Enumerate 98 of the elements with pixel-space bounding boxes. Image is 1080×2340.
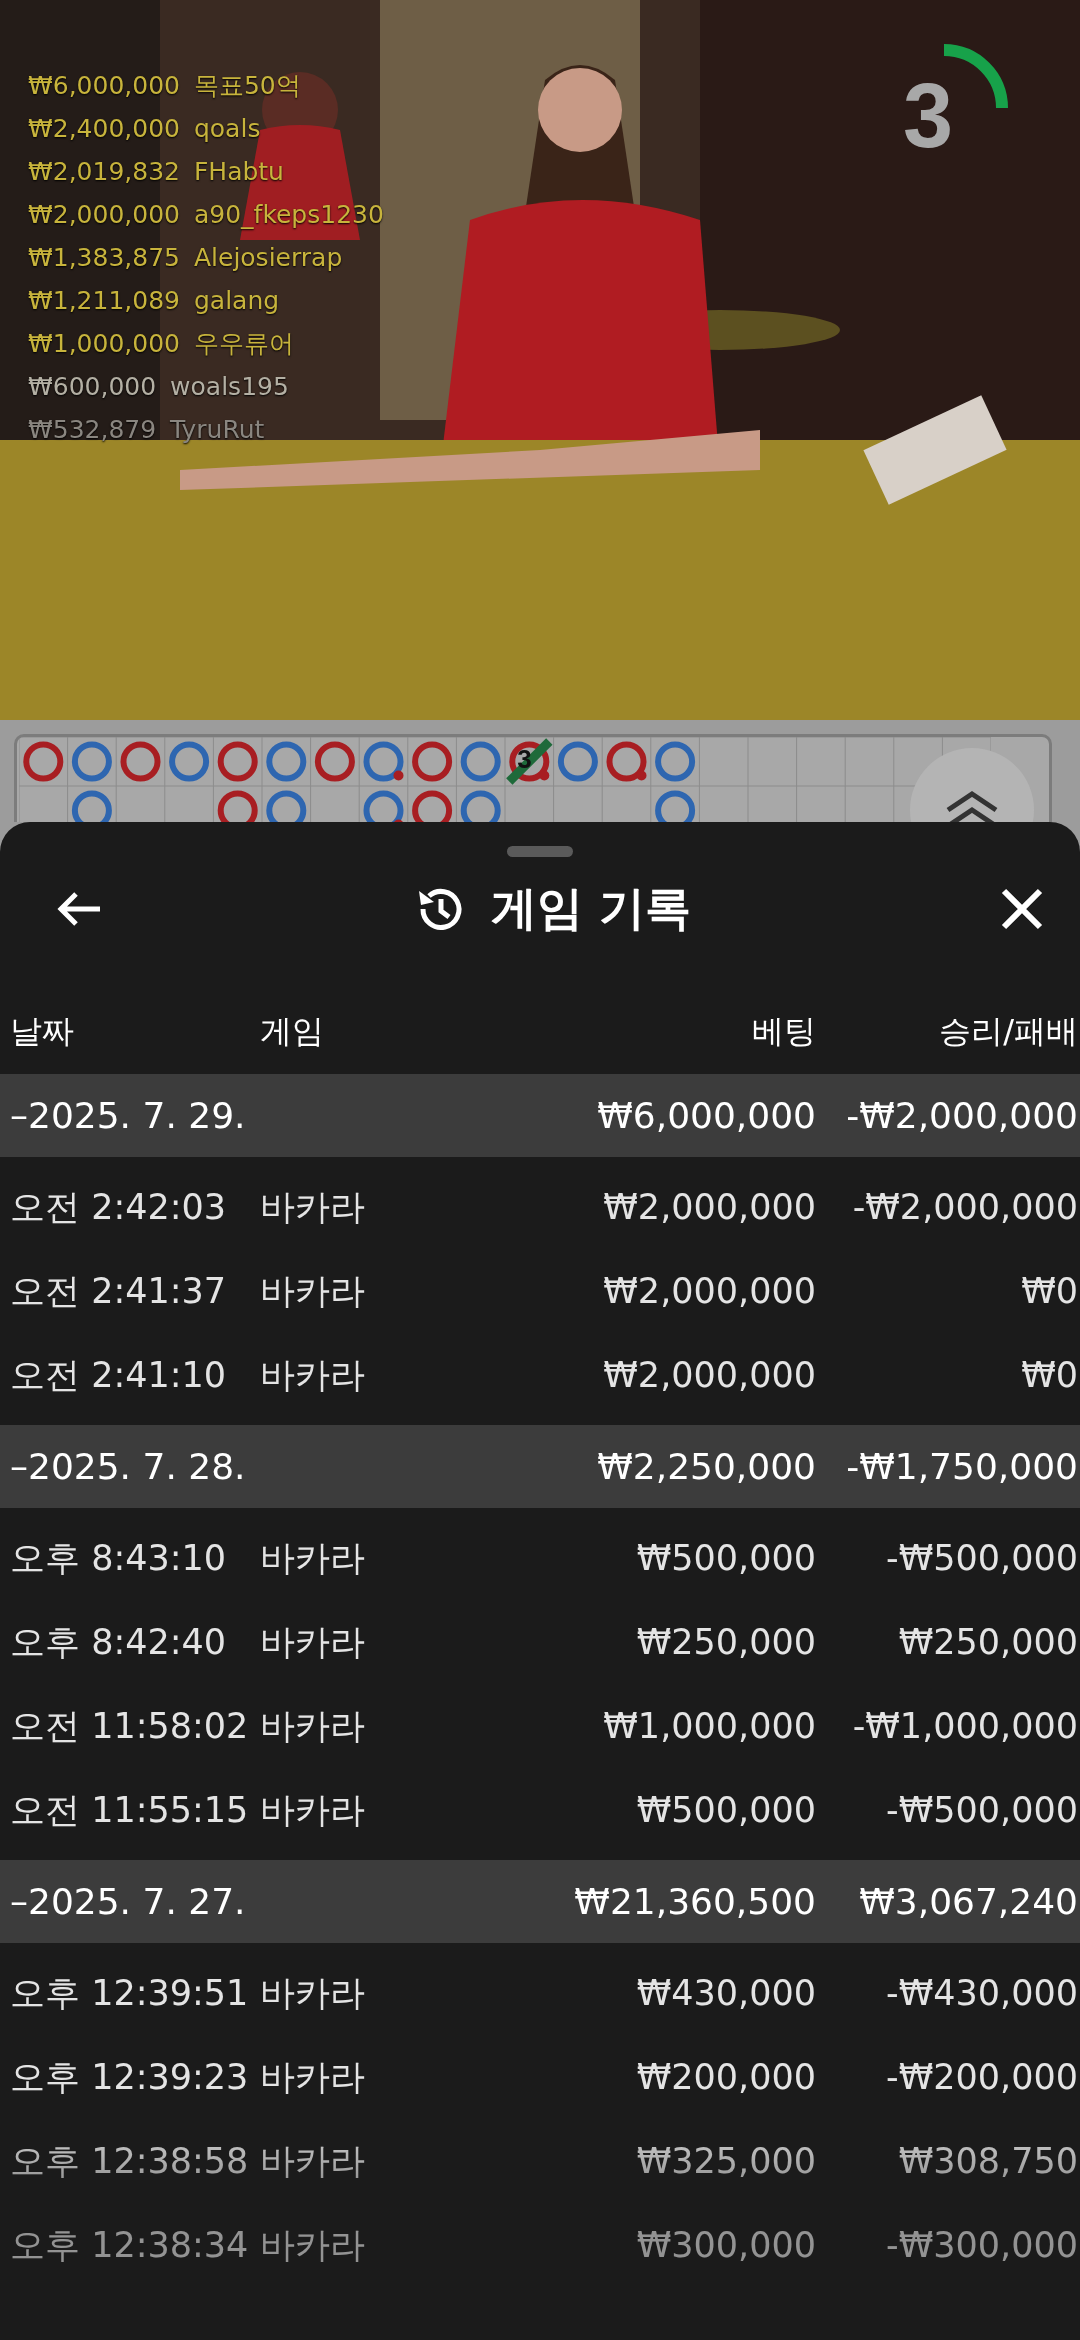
player-bead (655, 790, 696, 822)
player-bead (71, 741, 112, 782)
table-cell-text: 오후 12:39:23 (10, 2055, 250, 2099)
leaderboard-amount: ₩600,000 (28, 371, 157, 403)
table-cell-text: 오후 8:43:10 (10, 1536, 228, 1580)
table-cell-text: 바카라 (260, 1269, 366, 1313)
leaderboard-amount: ₩532,879 (28, 414, 157, 446)
leaderboard-amount: ₩1,211,089 (28, 285, 180, 317)
table-cell-text: 오전 11:58:02 (10, 1704, 250, 1748)
table-cell-text: -₩300,000 (885, 2225, 1078, 2265)
leaderboard-amount: ₩2,000,000 (28, 199, 180, 231)
banker-bead (217, 790, 258, 822)
table-cell-text: 바카라 (260, 2139, 366, 2183)
table-cell-text: 오전 2:41:10 (10, 1353, 228, 1397)
group-bet-total: ₩21,360,500 (573, 1881, 816, 1922)
table-cell-text: ₩0 (1020, 1355, 1078, 1395)
table-cell-text: -₩200,000 (885, 2057, 1078, 2097)
group-date: –2025. 7. 29. (10, 1095, 247, 1136)
player-bead (266, 741, 307, 782)
table-cell-text: -₩500,000 (885, 1790, 1078, 1830)
countdown-number: 3 (902, 71, 954, 161)
table-cell-text: 바카라 (260, 1185, 366, 1229)
table-cell-text: 바카라 (260, 2055, 366, 2099)
table-cell-text: 오전 2:42:03 (10, 1185, 228, 1229)
leaderboard-name: 우우류어 (193, 328, 294, 360)
table-cell-text: -₩430,000 (885, 1973, 1078, 2013)
close-button[interactable] (1000, 887, 1044, 931)
table-cell-text: -₩2,000,000 (851, 1187, 1078, 1227)
column-header: 승리/패배 (938, 1010, 1078, 1052)
banker-bead (314, 741, 355, 782)
player-bead (71, 790, 112, 822)
table-cell-text: 바카라 (260, 1353, 366, 1397)
table-cell-text: ₩2,000,000 (602, 1187, 816, 1227)
table-cell-text: 바카라 (260, 1704, 366, 1748)
player-bead (557, 741, 598, 782)
table-cell-text: ₩325,000 (635, 2141, 816, 2181)
leaderboard-name: 목표50억 (193, 70, 301, 102)
group-result-total: -₩2,000,000 (845, 1095, 1078, 1136)
banker-bead (412, 790, 453, 822)
banker-bead (217, 741, 258, 782)
group-result-total: ₩3,067,240 (858, 1881, 1078, 1922)
date-group-row[interactable]: –2025. 7. 29. ₩6,000,000 -₩2,000,000 (0, 1074, 1080, 1157)
column-header: 게임 (260, 1010, 325, 1052)
table-cell-text: 오후 8:42:40 (10, 1620, 228, 1664)
table-cell-text: ₩250,000 (635, 1622, 816, 1662)
leaderboard-amount: ₩1,383,875 (28, 242, 180, 274)
table-cell-text: 바카라 (260, 1971, 366, 2015)
sheet-title: 게임 기록 (491, 880, 691, 937)
player-bead (460, 741, 501, 782)
group-result-total: -₩1,750,000 (845, 1446, 1078, 1487)
banker-bead (120, 741, 161, 782)
close-icon (1000, 887, 1044, 931)
table-cell-text: 바카라 (260, 2223, 366, 2267)
table-cell-text: 오전 2:41:37 (10, 1269, 228, 1313)
leaderboard-amount: ₩6,000,000 (28, 70, 180, 102)
table-cell-text: ₩0 (1020, 1271, 1078, 1311)
table-cell-text: -₩500,000 (885, 1538, 1078, 1578)
drag-handle[interactable] (507, 846, 573, 857)
table-cell-text: ₩300,000 (635, 2225, 816, 2265)
group-date: –2025. 7. 28. (10, 1446, 247, 1487)
date-group-row[interactable]: –2025. 7. 28. ₩2,250,000 -₩1,750,000 (0, 1425, 1080, 1508)
player-bead (169, 741, 210, 782)
leaderboard-name: galang (193, 285, 280, 317)
table-cell-text: 바카라 (260, 1620, 366, 1664)
player-bead (460, 790, 501, 822)
table-cell-text: ₩2,000,000 (602, 1355, 816, 1395)
date-group-row[interactable]: –2025. 7. 27. ₩21,360,500 ₩3,067,240 (0, 1860, 1080, 1943)
leaderboard-amount: ₩1,000,000 (28, 328, 180, 360)
table-cell-text: -₩1,000,000 (851, 1706, 1078, 1746)
leaderboard-name: woals195 (170, 371, 289, 403)
column-header: 베팅 (751, 1010, 816, 1052)
table-cell-text: ₩500,000 (635, 1790, 816, 1830)
column-header: 날짜 (10, 1010, 75, 1052)
table-cell-text: 오전 11:55:15 (10, 1788, 250, 1832)
leaderboard-name: TyruRut (170, 414, 265, 446)
table-cell-text: ₩200,000 (635, 2057, 816, 2097)
leaderboard-amount: ₩2,400,000 (28, 113, 180, 145)
table-cell-text: ₩308,750 (897, 2141, 1078, 2181)
table-cell-text: 오후 12:38:34 (10, 2223, 250, 2267)
group-bet-total: ₩6,000,000 (596, 1095, 816, 1136)
table-cell-text: ₩500,000 (635, 1538, 816, 1578)
table-cell-text: 바카라 (260, 1788, 366, 1832)
leaderboard-amount: ₩2,019,832 (28, 156, 180, 188)
table-cell-text: 바카라 (260, 1536, 366, 1580)
player-bead (266, 790, 307, 822)
banker-bead (412, 741, 453, 782)
group-date: –2025. 7. 27. (10, 1881, 247, 1922)
table-cell-text: 오후 12:39:51 (10, 1971, 250, 2015)
table-cell-text: ₩2,000,000 (602, 1271, 816, 1311)
table-cell-text: 오후 12:38:58 (10, 2139, 250, 2183)
table-cell-text: ₩430,000 (635, 1973, 816, 2013)
table-cell-text: ₩1,000,000 (602, 1706, 816, 1746)
leaderboard-name: Alejosierrap (193, 242, 343, 274)
banker-bead (23, 741, 64, 782)
player-bead (655, 741, 696, 782)
table-cell-text: ₩250,000 (897, 1622, 1078, 1662)
group-bet-total: ₩2,250,000 (596, 1446, 816, 1487)
leaderboard-name: qoals (193, 113, 261, 145)
